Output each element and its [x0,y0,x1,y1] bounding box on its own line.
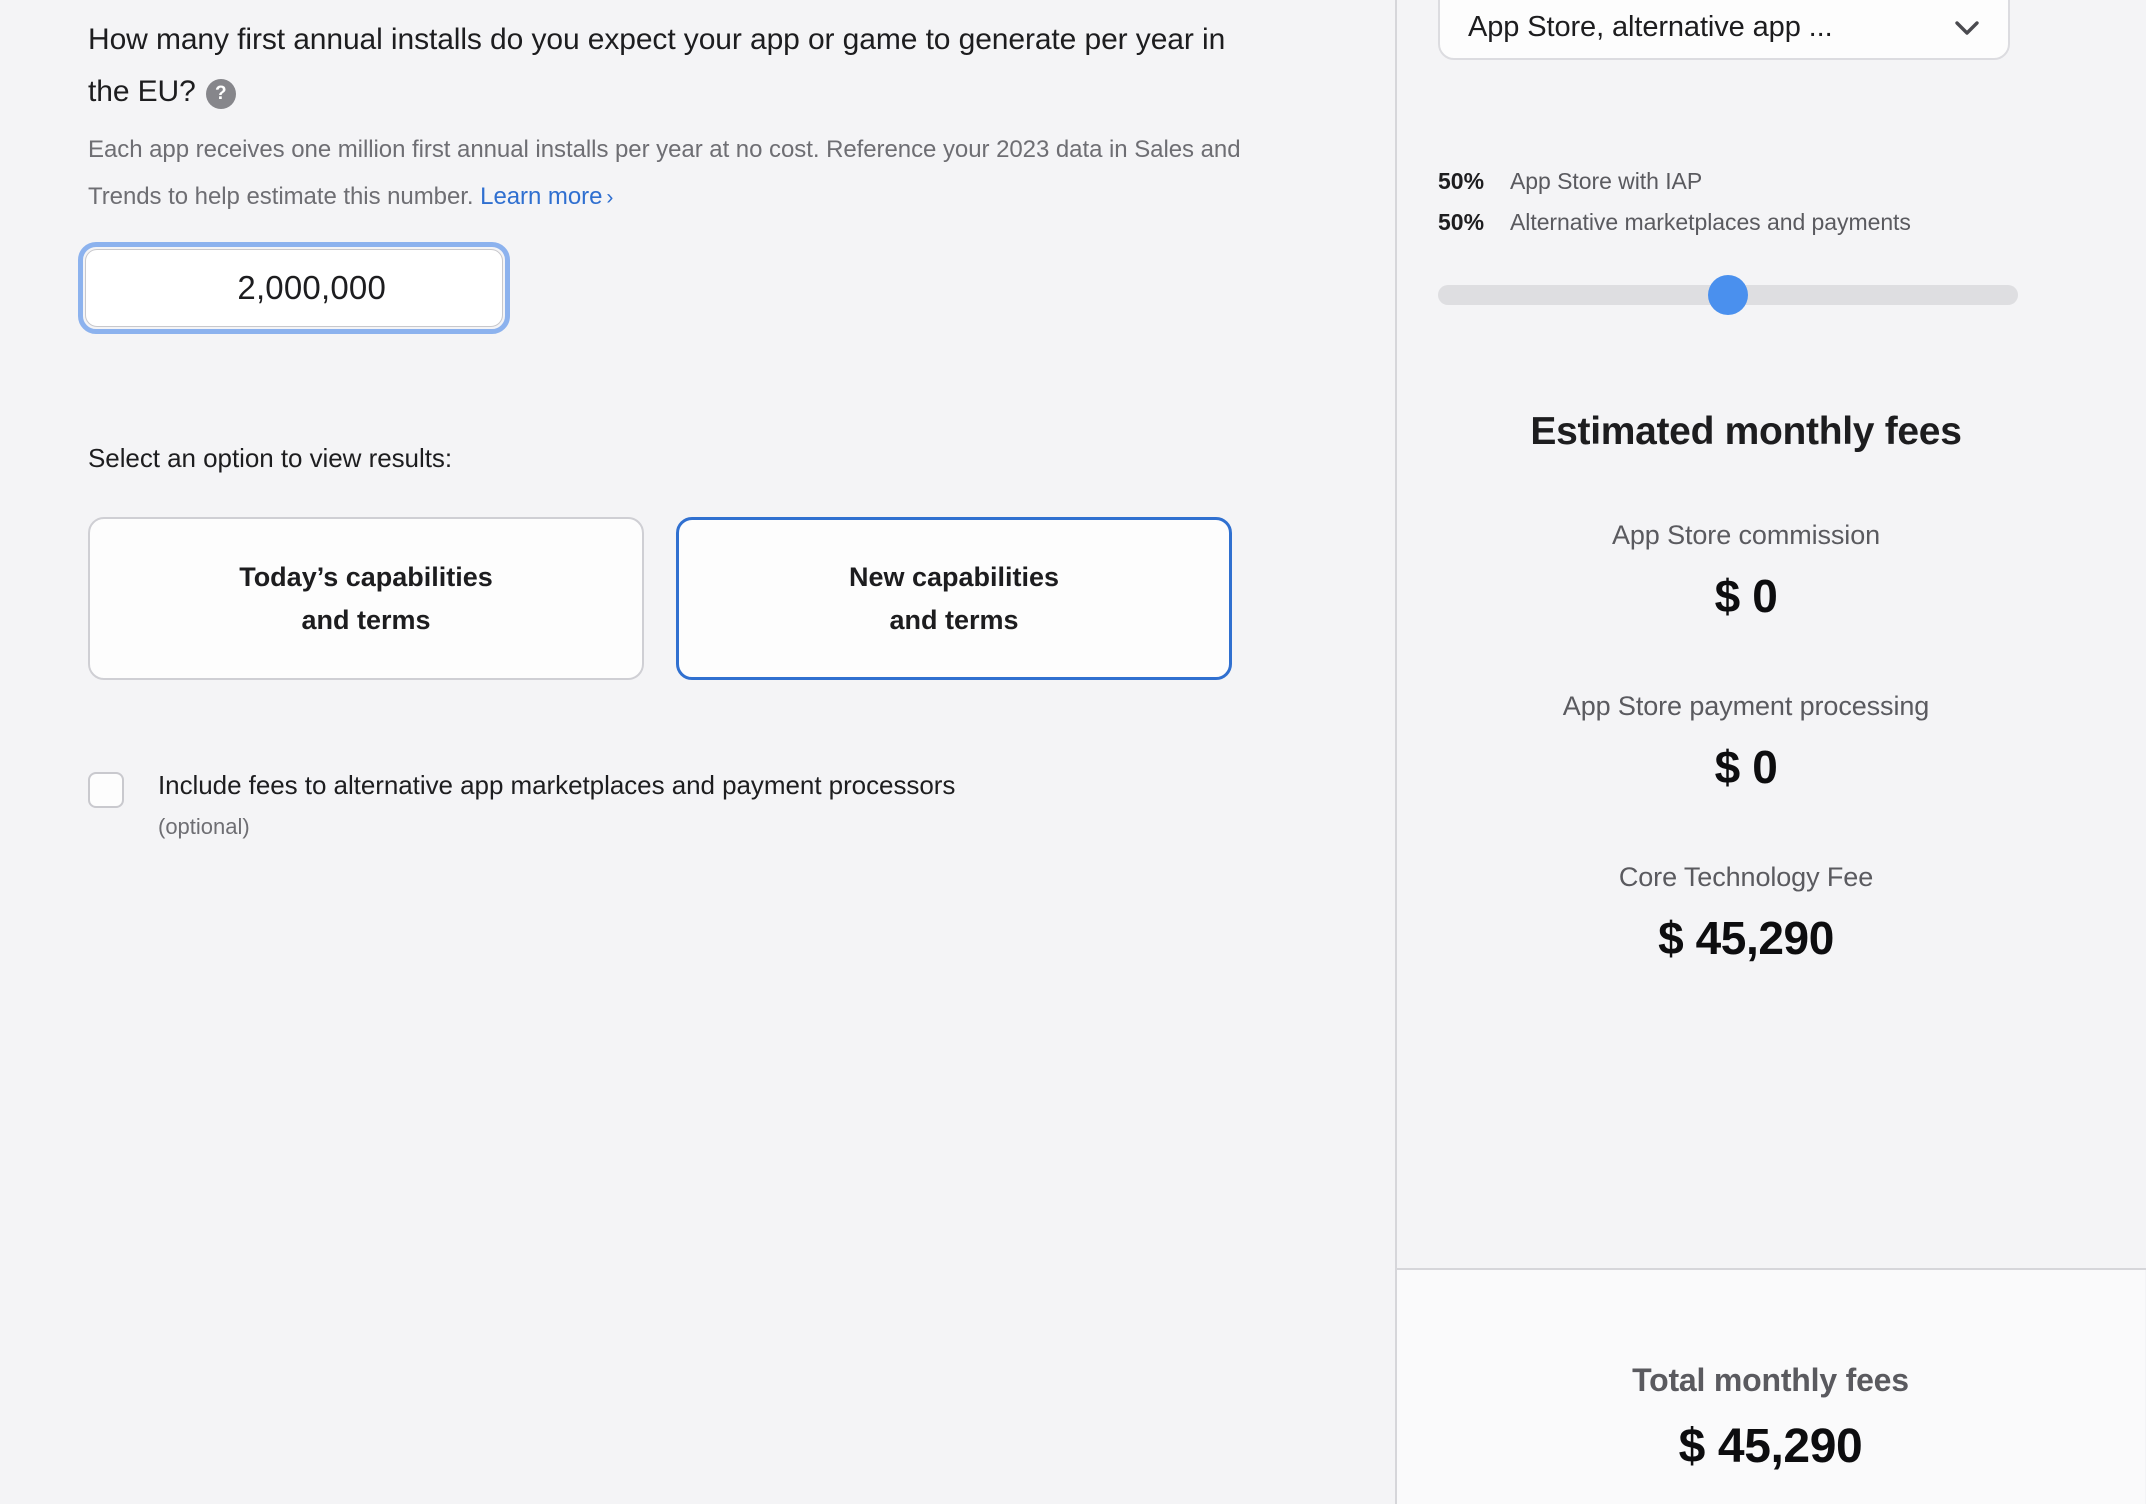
distribution-channel-value: App Store, alternative app ... [1468,11,1833,43]
todays-capabilities-line1: Today’s capabilities [239,561,493,592]
split-label: App Store with IAP [1510,168,1703,194]
include-alt-fees-texts: Include fees to alternative app marketpl… [158,768,955,840]
include-alt-fees-row: Include fees to alternative app marketpl… [88,768,955,840]
fee-amount: $ 45,290 [1658,912,1834,964]
total-fees-label: Total monthly fees [1632,1362,1909,1398]
estimated-fees-heading: Estimated monthly fees [1530,410,1962,453]
split-row: 50% App Store with IAP [1438,168,2018,195]
install-input-wrapper [78,242,510,334]
install-count-input[interactable] [85,249,503,327]
total-fees-amount: $ 45,290 [1678,1420,1863,1473]
fee-item: App Store payment processing $ 0 [1396,691,2096,794]
fee-amount: $ 0 [1714,741,1778,793]
learn-more-label: Learn more [480,183,603,210]
question-title-line1: How many first annual installs do you ex… [88,23,1077,56]
new-capabilities-line1: New capabilities [848,561,1060,592]
help-circle-icon[interactable]: ? [205,78,236,109]
panel-divider [1395,0,1397,1504]
include-alt-fees-checkbox[interactable] [88,772,124,808]
split-percent: 50% [1438,209,1485,235]
distribution-split-slider[interactable] [1438,275,2018,315]
new-capabilities-line2: and terms [889,604,1019,635]
todays-capabilities-button[interactable]: Today’s capabilities and terms [88,517,644,680]
new-capabilities-button[interactable]: New capabilities and terms [676,517,1232,680]
split-row: 50% Alternative marketplaces and payment… [1438,209,2018,236]
options-prompt: Select an option to view results: [88,443,452,473]
fees-summary-panel: App Store, alternative app ... 50% App S… [1396,0,2146,1504]
page-title: How many first annual installs do you ex… [88,14,1268,118]
slider-thumb[interactable] [1708,275,1748,315]
calculator-form-panel: How many first annual installs do you ex… [0,0,1396,1504]
fee-label: Core Technology Fee [1618,862,1874,892]
capability-button-group: Today’s capabilities and terms New capab… [88,517,1232,680]
question-description: Each app receives one million first annu… [88,126,1248,221]
question-description-text: Each app receives one million first annu… [88,136,1241,210]
distribution-split-list: 50% App Store with IAP 50% Alternative m… [1438,168,2018,250]
fee-label: App Store payment processing [1562,691,1930,721]
fee-label: App Store commission [1611,520,1881,550]
total-fees-section: Total monthly fees $ 45,290 [1396,1270,2145,1504]
learn-more-link[interactable]: Learn more › [480,183,613,210]
fee-item: Core Technology Fee $ 45,290 [1396,862,2096,965]
install-question-block: How many first annual installs do you ex… [88,14,1268,221]
fee-item: App Store commission $ 0 [1396,520,2096,623]
chevron-right-icon: › [606,186,614,209]
total-section-divider [1397,1268,2146,1270]
include-alt-fees-label[interactable]: Include fees to alternative app marketpl… [158,768,955,802]
chevron-down-icon [1955,21,1979,35]
fee-calculator-screen: How many first annual installs do you ex… [0,0,2146,1504]
split-label: Alternative marketplaces and payments [1510,209,1911,235]
todays-capabilities-line2: and terms [301,604,431,635]
split-percent: 50% [1438,168,1485,194]
include-alt-fees-optional: (optional) [158,814,250,839]
fee-list: App Store commission $ 0 App Store payme… [1396,520,2096,1033]
distribution-channel-select[interactable]: App Store, alternative app ... [1438,0,2010,60]
fee-amount: $ 0 [1714,570,1778,622]
